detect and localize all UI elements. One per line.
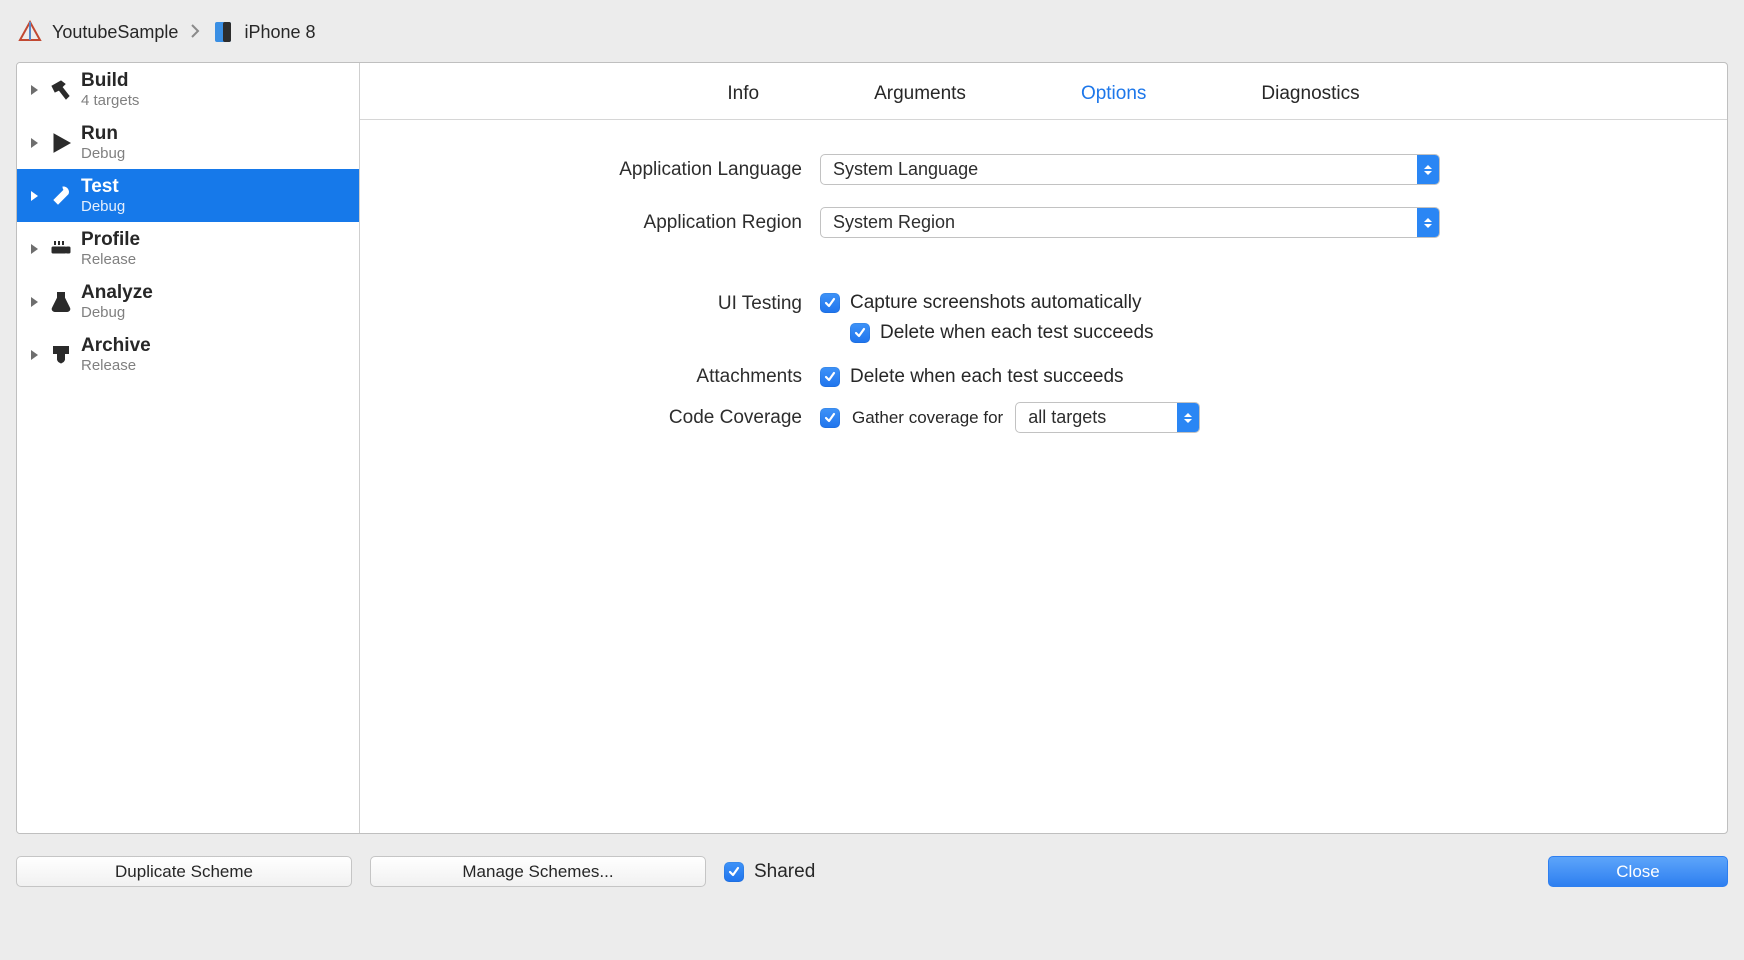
disclosure-triangle-icon[interactable] <box>27 136 41 150</box>
breadcrumb-device[interactable]: iPhone 8 <box>244 22 315 43</box>
select-app-region[interactable]: System Region <box>820 207 1440 238</box>
sidebar-item-title: Test <box>81 176 125 198</box>
checkbox-row-capture: Capture screenshots automatically <box>820 292 1141 314</box>
sidebar-item-text: Profile Release <box>81 229 140 268</box>
row-code-coverage: Code Coverage Gather coverage for all ta… <box>400 402 1687 433</box>
select-value: System Language <box>821 159 1417 180</box>
checkbox-label: Delete when each test succeeds <box>850 366 1124 388</box>
archive-icon <box>47 341 75 369</box>
label-app-region: Application Region <box>400 212 820 234</box>
sidebar-item-sub: Debug <box>81 304 153 321</box>
sidebar-item-title: Run <box>81 123 125 145</box>
duplicate-scheme-button[interactable]: Duplicate Scheme <box>16 856 352 887</box>
wrench-icon <box>47 182 75 210</box>
stepper-icon <box>1177 403 1199 432</box>
checkbox-row-delete-ui: Delete when each test succeeds <box>850 322 1154 344</box>
checkbox-delete-when-succeeds-ui[interactable] <box>850 323 870 343</box>
select-coverage-targets[interactable]: all targets <box>1015 402 1200 433</box>
select-app-language[interactable]: System Language <box>820 154 1440 185</box>
sidebar-item-archive[interactable]: Archive Release <box>17 328 359 381</box>
footer: Duplicate Scheme Manage Schemes... Share… <box>16 856 1728 887</box>
row-app-language: Application Language System Language <box>400 154 1687 185</box>
main-panel: Build 4 targets Run Debug Test Debug <box>16 62 1728 834</box>
options-form: Application Language System Language App… <box>360 120 1727 489</box>
disclosure-triangle-icon[interactable] <box>27 295 41 309</box>
checkbox-label: Capture screenshots automatically <box>850 292 1141 314</box>
xcode-app-icon <box>18 20 42 44</box>
tab-diagnostics[interactable]: Diagnostics <box>1261 83 1359 105</box>
disclosure-triangle-icon[interactable] <box>27 242 41 256</box>
disclosure-triangle-icon[interactable] <box>27 83 41 97</box>
scheme-editor-window: YoutubeSample iPhone 8 Build 4 targets <box>0 0 1744 960</box>
sidebar-item-text: Archive Release <box>81 335 151 374</box>
shared-label: Shared <box>754 861 815 883</box>
sidebar-item-sub: Release <box>81 251 140 268</box>
shared-checkbox-wrap: Shared <box>724 861 815 883</box>
sidebar-item-profile[interactable]: Profile Release <box>17 222 359 275</box>
checkbox-label: Delete when each test succeeds <box>880 322 1154 344</box>
tab-arguments[interactable]: Arguments <box>874 83 966 105</box>
select-value: all targets <box>1016 407 1177 428</box>
sidebar-item-title: Analyze <box>81 282 153 304</box>
sidebar-item-test[interactable]: Test Debug <box>17 169 359 222</box>
select-value: System Region <box>821 212 1417 233</box>
row-ui-testing: UI Testing Capture screenshots automatic… <box>400 292 1687 352</box>
sidebar-item-title: Build <box>81 70 139 92</box>
sidebar-item-analyze[interactable]: Analyze Debug <box>17 275 359 328</box>
sidebar-item-text: Analyze Debug <box>81 282 153 321</box>
label-app-language: Application Language <box>400 159 820 181</box>
content-area: Info Arguments Options Diagnostics Appli… <box>360 63 1727 833</box>
label-code-coverage: Code Coverage <box>400 407 820 429</box>
breadcrumb: YoutubeSample iPhone 8 <box>16 16 1728 62</box>
sidebar-item-sub: Release <box>81 357 151 374</box>
chevron-right-icon <box>188 22 202 43</box>
stepper-icon <box>1417 208 1439 237</box>
checkbox-row-delete-attachments: Delete when each test succeeds <box>820 366 1124 388</box>
row-attachments: Attachments Delete when each test succee… <box>400 366 1687 388</box>
disclosure-triangle-icon[interactable] <box>27 189 41 203</box>
sidebar-item-text: Run Debug <box>81 123 125 162</box>
checkbox-shared[interactable] <box>724 862 744 882</box>
sidebar-item-build[interactable]: Build 4 targets <box>17 63 359 116</box>
sidebar-item-text: Build 4 targets <box>81 70 139 109</box>
disclosure-triangle-icon[interactable] <box>27 348 41 362</box>
sidebar-item-run[interactable]: Run Debug <box>17 116 359 169</box>
scheme-action-sidebar: Build 4 targets Run Debug Test Debug <box>17 63 360 833</box>
checkbox-capture-screenshots[interactable] <box>820 293 840 313</box>
play-icon <box>47 129 75 157</box>
sidebar-item-text: Test Debug <box>81 176 125 215</box>
row-app-region: Application Region System Region <box>400 207 1687 238</box>
sidebar-item-title: Archive <box>81 335 151 357</box>
sidebar-item-sub: Debug <box>81 198 125 215</box>
gauge-icon <box>47 235 75 263</box>
tab-info[interactable]: Info <box>727 83 759 105</box>
label-attachments: Attachments <box>400 366 820 388</box>
tab-options[interactable]: Options <box>1081 83 1146 105</box>
breadcrumb-scheme[interactable]: YoutubeSample <box>52 22 178 43</box>
sidebar-item-sub: 4 targets <box>81 92 139 109</box>
tab-bar: Info Arguments Options Diagnostics <box>360 63 1727 120</box>
stepper-icon <box>1417 155 1439 184</box>
manage-schemes-button[interactable]: Manage Schemes... <box>370 856 706 887</box>
checkbox-code-coverage[interactable] <box>820 408 840 428</box>
hammer-icon <box>47 76 75 104</box>
flask-icon <box>47 288 75 316</box>
code-coverage-gather-label: Gather coverage for <box>852 408 1003 428</box>
sidebar-item-sub: Debug <box>81 145 125 162</box>
sidebar-item-title: Profile <box>81 229 140 251</box>
label-ui-testing: UI Testing <box>400 292 820 315</box>
iphone-device-icon <box>212 21 234 43</box>
close-button[interactable]: Close <box>1548 856 1728 887</box>
checkbox-delete-when-succeeds-attachments[interactable] <box>820 367 840 387</box>
